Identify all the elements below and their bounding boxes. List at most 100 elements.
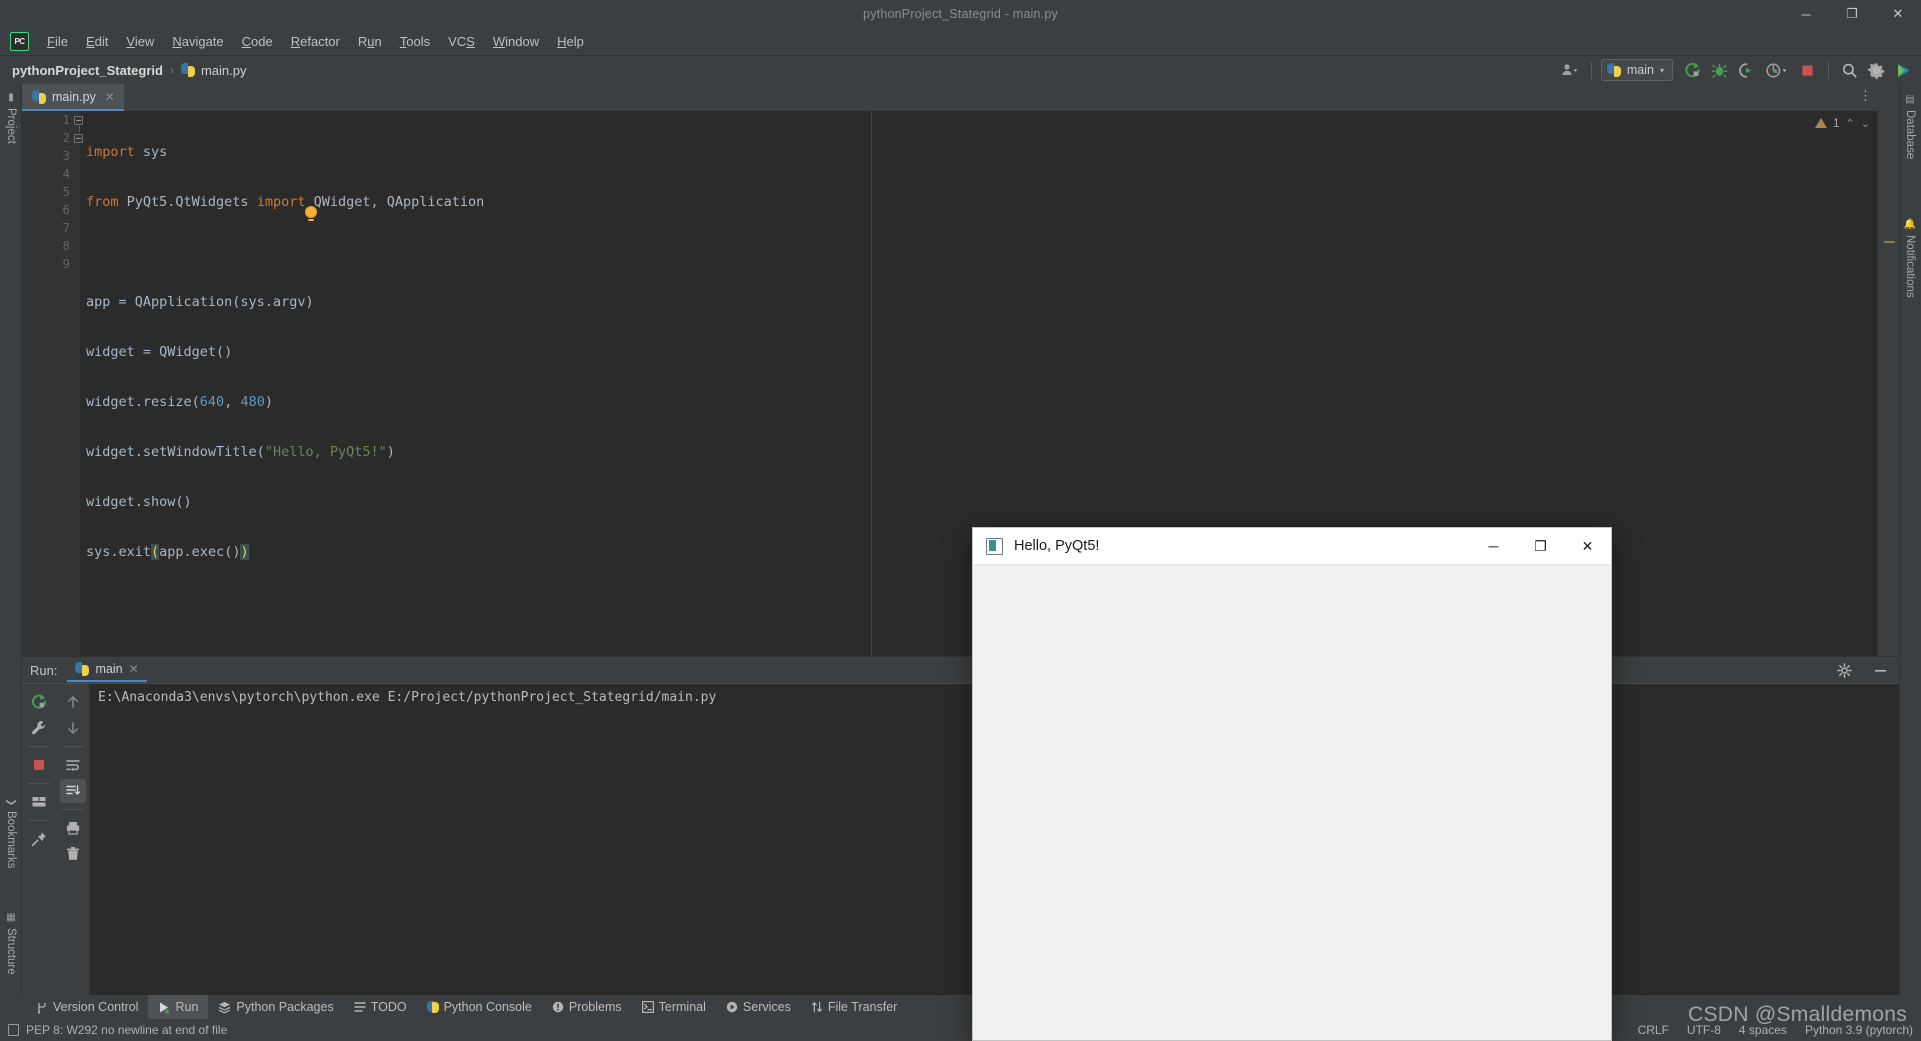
hide-tool-window-icon[interactable] [1867,658,1893,682]
menu-file[interactable]: File [38,30,77,53]
packages-icon [218,1001,231,1014]
qt-app-icon [986,537,1003,555]
settings-gear-icon[interactable] [1865,59,1888,81]
menu-edit[interactable]: Edit [77,30,117,53]
rerun-icon[interactable] [26,690,52,714]
sidebar-item-project-label: Project [5,108,17,144]
qt-minimize-button[interactable]: ─ [1470,528,1517,565]
menu-run[interactable]: Run [349,30,391,53]
menu-help[interactable]: Help [548,30,593,53]
run-configuration-selector[interactable]: main ▾ [1600,59,1673,81]
bottom-tab-services[interactable]: Services [716,995,801,1019]
toolbar-separator-2 [1828,61,1829,79]
run-with-coverage-icon[interactable] [1735,59,1758,81]
stop-icon[interactable] [26,753,52,777]
stop-icon[interactable] [1796,59,1819,81]
menu-window-label: indow [505,34,540,49]
breadcrumb-project[interactable]: pythonProject_Stategrid [12,63,163,78]
user-account-icon[interactable] [1558,59,1582,81]
window-minimize-button[interactable]: ─ [1783,0,1829,28]
branch-icon [36,1001,48,1014]
editor-tab-label: main.py [52,89,96,104]
python-icon [1606,63,1621,77]
menu-window[interactable]: Window [484,30,548,53]
editor-tab-main-py[interactable]: main.py ✕ [22,84,124,111]
status-line-separator[interactable]: CRLF [1638,1023,1669,1037]
bottom-tab-python-packages[interactable]: Python Packages [208,995,343,1019]
status-encoding[interactable]: UTF-8 [1687,1023,1721,1037]
window-maximize-button[interactable]: ❐ [1829,0,1875,28]
scroll-up-icon[interactable] [60,690,86,714]
wrench-settings-icon[interactable] [26,716,52,740]
close-icon[interactable]: ✕ [105,90,115,104]
editor-warning-marker[interactable] [1884,241,1895,243]
clear-all-icon[interactable] [60,842,86,866]
toolbar-divider [28,746,50,747]
menu-navigate-label: avigate [181,34,224,49]
editor-tab-options-icon[interactable]: ⋮ [1859,88,1873,104]
settings-gear-icon[interactable] [1831,658,1857,682]
search-everywhere-icon[interactable] [1838,59,1861,81]
print-icon[interactable] [60,816,86,840]
bottom-tab-terminal[interactable]: Terminal [632,995,716,1019]
run-console-body: E:\Anaconda3\envs\pytorch\python.exe E:/… [22,683,1899,995]
line-number: 3 [62,148,70,163]
warning-triangle-icon [1814,118,1827,128]
bottom-tab-problems[interactable]: Problems [542,995,632,1019]
sidebar-item-database[interactable]: ▤ Database [1899,88,1921,165]
sidebar-item-notifications[interactable]: 🔔 Notifications [1899,212,1921,304]
run-icon[interactable] [1681,59,1704,81]
profile-icon[interactable] [1762,59,1792,81]
bottom-tab-version-control[interactable]: Version Control [26,995,148,1019]
todo-icon [354,1001,366,1013]
run-window-label: Run: [30,662,58,678]
layout-icon[interactable] [26,790,52,814]
bottom-tab-run[interactable]: Run [148,995,209,1019]
pycharm-window: pythonProject_Stategrid - main.py ─ ❐ ✕ … [0,0,1921,1041]
fold-marker-icon[interactable] [74,133,83,143]
scroll-down-icon[interactable] [60,716,86,740]
menu-code[interactable]: Code [233,30,282,53]
qt-maximize-button[interactable]: ❐ [1517,528,1564,565]
status-interpreter[interactable]: Python 3.9 (pytorch) [1805,1023,1913,1037]
sidebar-item-structure-label: Structure [5,928,17,975]
run-tab-main[interactable]: main ✕ [67,659,147,682]
menu-navigate[interactable]: Navigate [163,30,232,53]
status-indent[interactable]: 4 spaces [1739,1023,1787,1037]
close-icon[interactable]: ✕ [129,662,139,676]
qt-window-controls: ─ ❐ ✕ [1470,528,1611,565]
updates-icon[interactable] [1892,59,1915,81]
bottom-tab-file-transfer[interactable]: File Transfer [801,995,907,1019]
toolbar-divider [28,820,50,821]
editor-marker-bar[interactable] [1877,111,1899,656]
breadcrumb-separator: › [169,63,174,77]
document-icon [8,1024,19,1036]
pin-icon[interactable] [26,827,52,851]
window-close-button[interactable]: ✕ [1875,0,1921,28]
menu-view[interactable]: View [117,30,163,53]
bottom-tab-todo[interactable]: TODO [344,995,417,1019]
debug-icon[interactable] [1708,59,1731,81]
menu-tools[interactable]: Tools [391,30,439,53]
inspection-widget[interactable]: 1 ⌃ ⌄ [1809,112,1876,134]
run-window-header-actions [1831,657,1893,683]
editor-fold-column[interactable] [74,111,86,656]
bottom-tab-services-label: Services [742,1000,791,1014]
breadcrumb-file[interactable]: main.py [180,63,247,78]
qt-close-button[interactable]: ✕ [1564,528,1611,565]
bottom-tab-python-console[interactable]: Python Console [417,995,542,1019]
scroll-to-end-icon[interactable] [59,779,86,803]
sidebar-item-structure[interactable]: ▦ Structure [0,906,22,981]
menu-refactor[interactable]: Refactor [282,30,349,53]
code-line-4: app = QApplication(sys.argv) [86,294,314,310]
soft-wrap-icon[interactable] [60,753,86,777]
chevron-up-icon[interactable]: ⌃ [1846,117,1855,130]
chevron-down-icon[interactable]: ⌄ [1861,117,1870,130]
menu-vcs[interactable]: VCS [439,30,484,53]
qt-application-window[interactable]: Hello, PyQt5! ─ ❐ ✕ [972,527,1612,1041]
sidebar-item-bookmarks[interactable]: ❯ Bookmarks [0,792,22,875]
lightbulb-icon[interactable] [305,206,317,221]
file-transfer-icon [811,1001,823,1013]
run-toolbar-secondary [56,684,90,995]
sidebar-item-project[interactable]: ▮ Project [0,86,22,150]
